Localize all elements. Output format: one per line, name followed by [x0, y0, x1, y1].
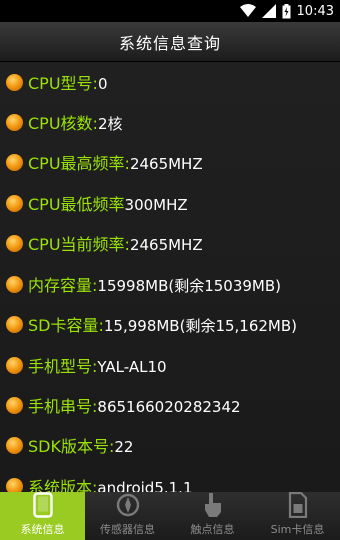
- orange-bullet-icon: [6, 234, 23, 252]
- info-label: CPU最高频率:: [28, 154, 130, 173]
- orange-bullet-icon: [6, 275, 23, 293]
- compass-icon: [116, 492, 140, 518]
- info-label: 内存容量:: [28, 276, 98, 295]
- phone-icon: [31, 492, 55, 518]
- info-row-imei: 手机串号:865166020282342: [0, 385, 340, 425]
- signal-icon: [261, 4, 276, 18]
- info-label: CPU型号:: [28, 74, 98, 93]
- info-value: YAL-AL10: [97, 358, 167, 376]
- info-label: CPU当前频率:: [28, 235, 130, 254]
- sim-card-icon: [286, 492, 310, 518]
- info-row-sd-card: SD卡容量:15,998MB(剩余15,162MB): [0, 304, 340, 344]
- info-label: CPU核数:: [28, 114, 98, 133]
- clock: 10:43: [296, 3, 334, 19]
- status-bar: 10:43: [0, 0, 340, 22]
- info-row-cpu-current-freq: CPU当前频率:2465MHZ: [0, 223, 340, 263]
- battery-icon: [282, 3, 291, 18]
- page-title: 系统信息查询: [118, 33, 221, 53]
- info-value: 2核: [97, 115, 123, 133]
- info-value: 22: [114, 438, 134, 456]
- info-value: 2465MHZ: [129, 236, 203, 254]
- info-value: 2465MHZ: [129, 155, 203, 173]
- tab-label: 触点信息: [190, 523, 235, 536]
- bottom-tab-bar: 系统信息 传感器信息 触点信息 Sim卡信息: [0, 492, 340, 540]
- hand-pointer-icon: [201, 492, 225, 518]
- info-value: android5.1.1: [97, 479, 193, 492]
- orange-bullet-icon: [6, 153, 23, 171]
- tab-sim-info[interactable]: Sim卡信息: [255, 492, 340, 540]
- info-value: 15,998MB(剩余15,162MB): [103, 317, 298, 335]
- orange-bullet-icon: [6, 477, 23, 492]
- tab-label: Sim卡信息: [270, 523, 325, 536]
- info-label: 手机串号:: [28, 397, 98, 416]
- orange-bullet-icon: [6, 73, 23, 91]
- info-row-memory: 内存容量:15998MB(剩余15039MB): [0, 264, 340, 304]
- info-value: 865166020282342: [97, 398, 241, 416]
- info-label: 系统版本:: [28, 478, 98, 492]
- info-row-cpu-cores: CPU核数:2核: [0, 102, 340, 142]
- orange-bullet-icon: [6, 396, 23, 414]
- info-row-cpu-model: CPU型号:0: [0, 62, 340, 102]
- info-value: 300MHZ: [124, 196, 188, 214]
- orange-bullet-icon: [6, 356, 23, 374]
- info-value: 0: [97, 75, 108, 93]
- info-row-phone-model: 手机型号:YAL-AL10: [0, 345, 340, 385]
- tab-system-info[interactable]: 系统信息: [0, 492, 85, 540]
- info-row-os-version: 系统版本:android5.1.1: [0, 466, 340, 492]
- info-row-sdk-version: SDK版本号:22: [0, 425, 340, 465]
- info-row-cpu-max-freq: CPU最高频率:2465MHZ: [0, 142, 340, 182]
- tab-sensor-info[interactable]: 传感器信息: [85, 492, 170, 540]
- info-label: 手机型号:: [28, 357, 98, 376]
- orange-bullet-icon: [6, 194, 23, 212]
- info-label: CPU最低频率: [28, 195, 125, 214]
- title-bar: 系统信息查询: [0, 22, 340, 62]
- info-value: 15998MB(剩余15039MB): [97, 277, 282, 295]
- wifi-icon: [239, 4, 256, 17]
- orange-bullet-icon: [6, 436, 23, 454]
- orange-bullet-icon: [6, 113, 23, 131]
- tab-touch-info[interactable]: 触点信息: [170, 492, 255, 540]
- info-row-cpu-min-freq: CPU最低频率300MHZ: [0, 183, 340, 223]
- info-label: SD卡容量:: [28, 316, 104, 335]
- tab-label: 系统信息: [20, 523, 65, 536]
- info-label: SDK版本号:: [28, 437, 115, 456]
- system-info-list[interactable]: CPU型号:0 CPU核数:2核 CPU最高频率:2465MHZ CPU最低频率…: [0, 62, 340, 492]
- tab-label: 传感器信息: [100, 523, 155, 536]
- status-icons: 10:43: [239, 2, 334, 20]
- orange-bullet-icon: [6, 315, 23, 333]
